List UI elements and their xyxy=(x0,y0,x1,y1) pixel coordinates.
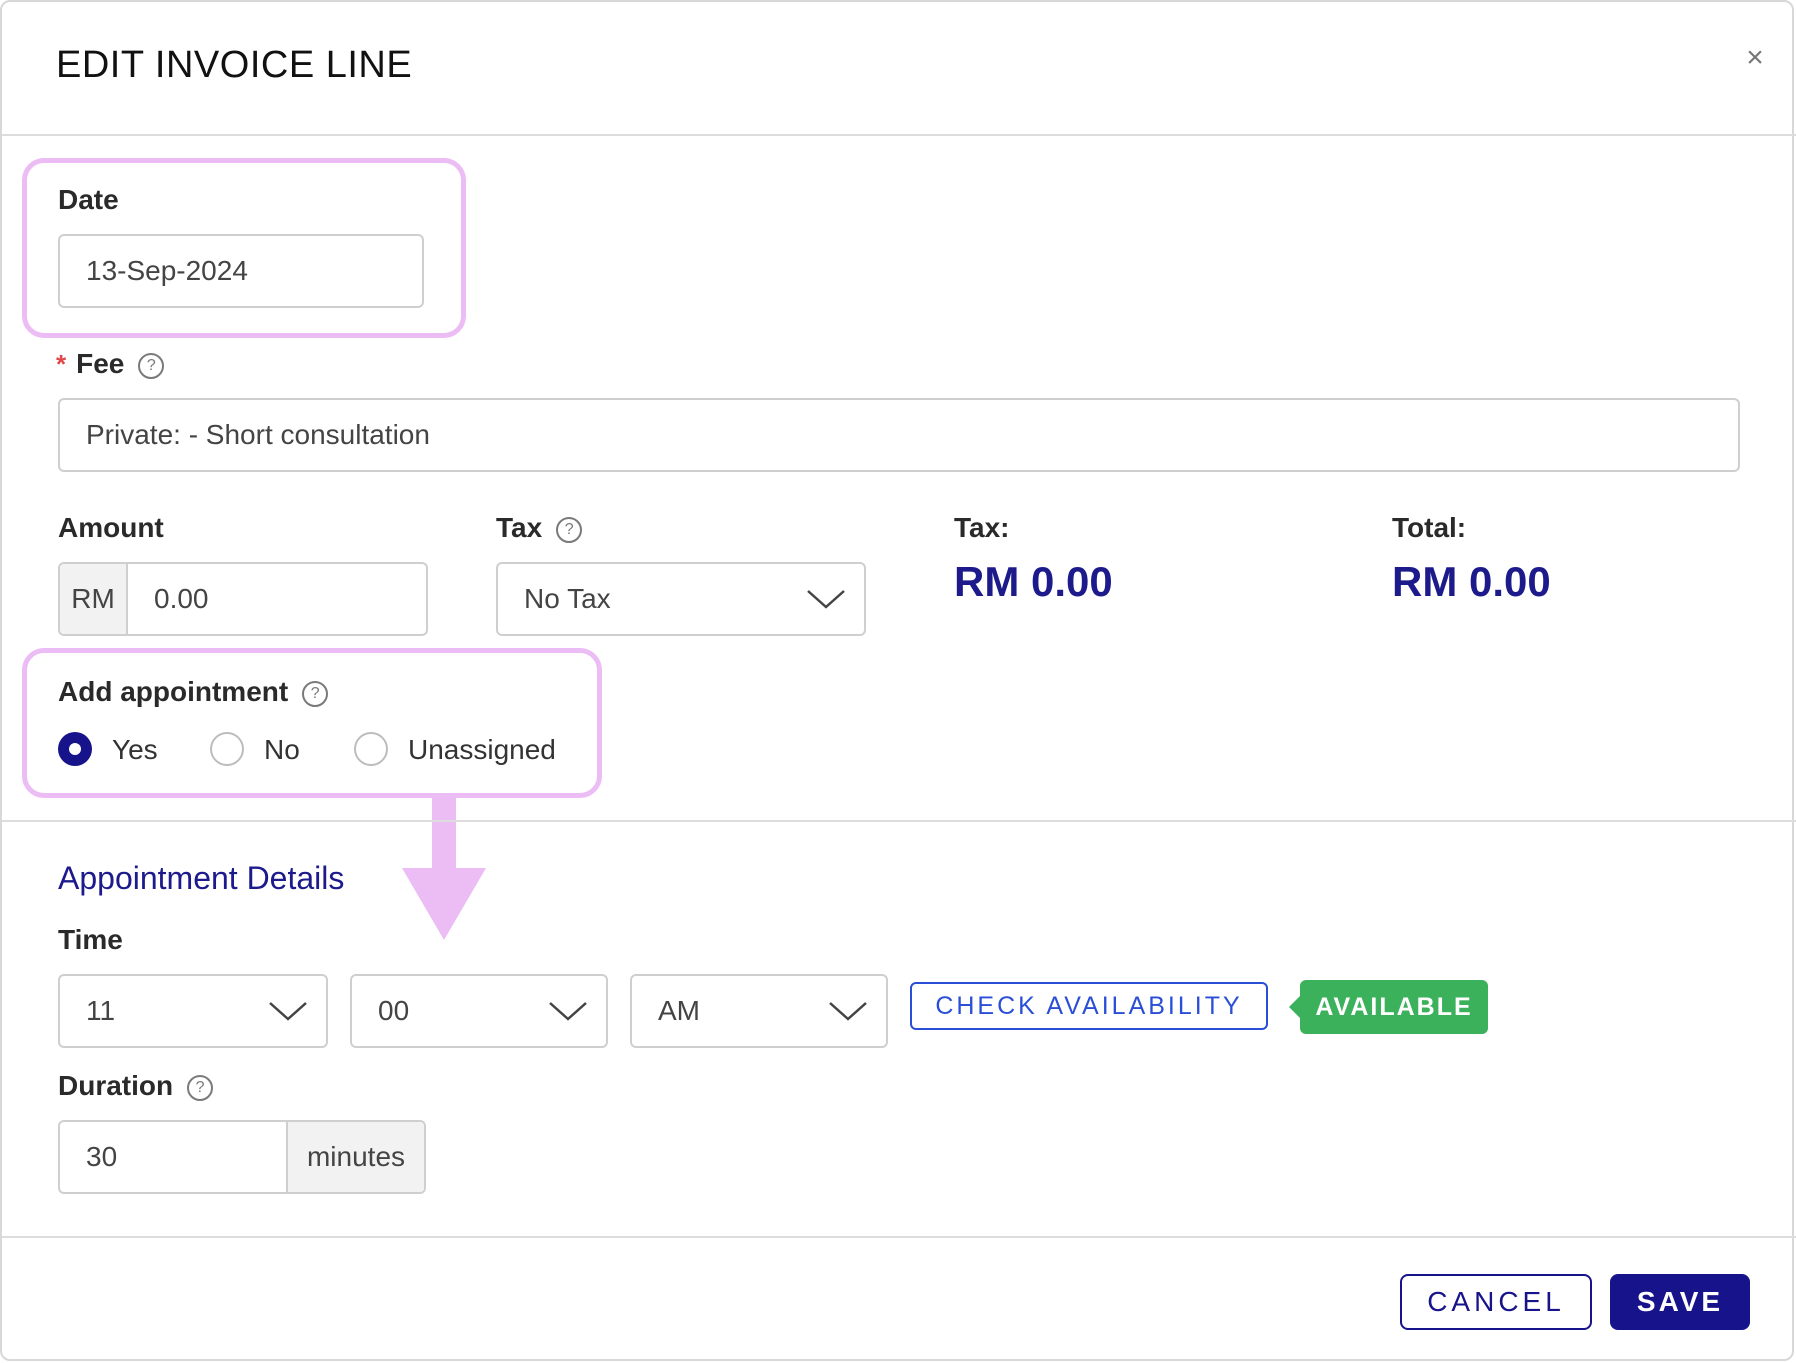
save-button[interactable]: SAVE xyxy=(1610,1274,1750,1330)
chevron-down-icon xyxy=(549,1002,587,1021)
fee-label-row: * Fee? xyxy=(56,348,165,380)
help-icon[interactable]: ? xyxy=(187,1074,214,1101)
header-divider xyxy=(2,134,1796,136)
amount-label: Amount xyxy=(58,512,164,543)
amount-input-group[interactable]: RM 0.00 xyxy=(58,562,428,636)
duration-input-group[interactable]: 30 minutes xyxy=(58,1120,426,1194)
dialog-title: EDIT INVOICE LINE xyxy=(56,44,413,86)
radio-unassigned-label[interactable]: Unassigned xyxy=(408,734,556,766)
radio-no[interactable] xyxy=(210,732,244,766)
help-icon[interactable]: ? xyxy=(556,516,583,543)
meridiem-select[interactable]: AM xyxy=(630,974,888,1048)
cancel-button[interactable]: CANCEL xyxy=(1400,1274,1592,1330)
tax-label-row: Tax? xyxy=(496,512,583,544)
minute-value: 00 xyxy=(378,995,410,1026)
radio-unassigned[interactable] xyxy=(354,732,388,766)
duration-value: 30 xyxy=(86,1141,118,1172)
edit-invoice-line-dialog: EDIT INVOICE LINE × Date 13-Sep-2024 * Fe… xyxy=(0,0,1796,1361)
date-value: 13-Sep-2024 xyxy=(86,255,248,286)
fee-input[interactable]: Private: - Short consultation xyxy=(58,398,1740,472)
tax-total-value: RM 0.00 xyxy=(954,558,1113,605)
duration-unit-addon: minutes xyxy=(288,1122,424,1192)
chevron-down-icon xyxy=(829,1002,867,1021)
tax-label: Tax xyxy=(496,512,543,543)
radio-no-label[interactable]: No xyxy=(264,734,300,766)
footer-divider xyxy=(2,1236,1796,1238)
fee-value: Private: - Short consultation xyxy=(86,419,430,450)
tax-select[interactable]: No Tax xyxy=(496,562,866,636)
time-label: Time xyxy=(58,924,123,955)
appointment-highlight xyxy=(22,648,602,798)
radio-yes-label[interactable]: Yes xyxy=(112,734,158,766)
add-appointment-label: Add appointment xyxy=(58,676,289,707)
check-availability-button[interactable]: CHECK AVAILABILITY xyxy=(910,982,1268,1030)
hour-value: 11 xyxy=(86,995,116,1026)
tax-selected: No Tax xyxy=(524,583,611,614)
hour-select[interactable]: 11 xyxy=(58,974,328,1048)
chevron-down-icon xyxy=(269,1002,307,1021)
help-icon[interactable]: ? xyxy=(138,352,165,379)
duration-input[interactable]: 30 xyxy=(60,1122,288,1192)
appointment-details-heading: Appointment Details xyxy=(58,860,345,896)
duration-label-row: Duration? xyxy=(58,1070,214,1102)
minute-select[interactable]: 00 xyxy=(350,974,608,1048)
chevron-down-icon xyxy=(807,590,845,609)
radio-yes[interactable] xyxy=(58,732,92,766)
help-icon[interactable]: ? xyxy=(302,680,329,707)
grand-total-label: Total: xyxy=(1392,512,1467,543)
fee-label: Fee xyxy=(76,348,125,379)
add-appointment-label-row: Add appointment? xyxy=(58,676,329,708)
date-input[interactable]: 13-Sep-2024 xyxy=(58,234,424,308)
amount-input[interactable]: 0.00 xyxy=(128,564,426,634)
tax-total-label: Tax: xyxy=(954,512,1010,543)
meridiem-value: AM xyxy=(658,995,700,1026)
required-marker: * xyxy=(56,349,67,379)
section-divider xyxy=(2,820,1796,822)
duration-label: Duration xyxy=(58,1070,174,1101)
availability-status-badge: AVAILABLE xyxy=(1289,980,1488,1034)
grand-total-value: RM 0.00 xyxy=(1392,558,1551,605)
close-icon[interactable]: × xyxy=(1735,38,1775,78)
currency-addon: RM xyxy=(60,564,128,634)
date-label: Date xyxy=(58,184,119,215)
amount-value: 0.00 xyxy=(154,583,209,614)
